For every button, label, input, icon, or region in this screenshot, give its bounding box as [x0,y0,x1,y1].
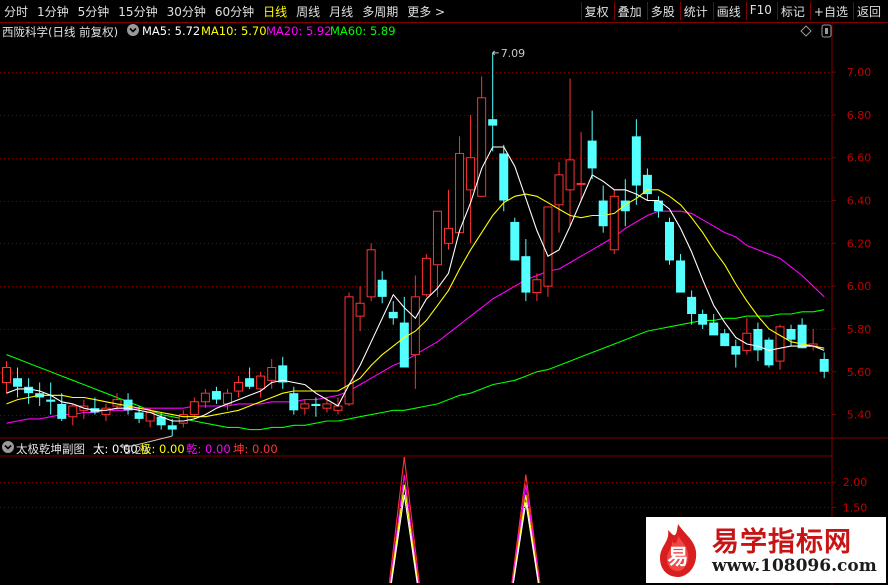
candle-body-up [2,367,11,383]
candle-body-up [421,257,431,296]
stock-chart[interactable]: 7.09 5.29 5.40 5.60 5.80 6.00 6.20 6.40 6.60 6.8… [0,0,888,585]
candle-body-up [455,152,465,234]
candle-body-up [410,296,420,356]
candle-body-down [687,296,697,314]
candle-body-down [499,153,509,201]
corner-icons [800,24,832,38]
candle-body-down [167,425,177,430]
candle-body-up [532,279,542,294]
candle-body-down [399,322,409,368]
candle-body-up [234,381,244,392]
chart-grid [0,22,888,585]
badge-char: 易 [668,545,689,569]
price-tick-label: 6.40 [847,195,872,208]
price-annotations: 7.09 5.29 [119,47,526,457]
candle-body-up [609,195,619,251]
candle-body-up [322,403,332,409]
price-tick-label: 5.60 [847,366,872,379]
candle-body-down [377,279,387,297]
high-marker [491,50,499,56]
candle-body-down [709,322,719,336]
sub-axis: 1.50 2.00 [0,476,867,514]
price-tick-label: 6.60 [847,152,872,165]
spike-ji [512,494,540,584]
candle-body-up [576,182,586,185]
candle-body-down [720,333,730,347]
candle-body-down [642,174,652,195]
spike-tai [390,494,418,584]
candle-body-up [466,157,476,191]
site-logo: 易 易学指标网 www.108096.com [646,517,886,583]
candle-body-up [333,405,343,411]
candle-body-down [676,260,686,293]
candle-body-up [366,249,376,298]
candle-body-down [698,313,708,325]
candle-body-down [587,140,597,169]
candle-body-down [211,391,221,400]
candle-body-up [68,405,78,418]
candles [2,52,829,436]
price-axis: 5.40 5.60 5.80 6.00 6.20 6.40 6.60 6.80 7.00 [832,66,872,422]
candle-body-down [631,136,641,186]
candle-body-down [620,200,630,212]
candle-body-up [267,367,277,381]
diamond-icon[interactable] [800,25,812,37]
candle-body-up [355,302,365,317]
candle-body-up [477,97,487,197]
low-annotation: 5.29 [124,444,149,457]
candle-body-up [189,401,199,416]
candle-body-up [554,174,564,206]
logo-title: 易学指标网 [712,527,852,558]
candle-body-down [653,200,663,212]
candle-body-up [300,403,310,409]
sub-tick-label: 2.00 [843,476,868,489]
sub-chart [388,456,541,584]
logo-url: www.108096.com [712,556,877,576]
candle-body-up [200,392,210,403]
candle-body-up [775,326,785,362]
price-tick-label: 6.80 [847,109,872,122]
candle-body-down [510,221,520,261]
price-tick-label: 6.20 [847,237,872,250]
candle-body-down [46,399,56,402]
candle-body-up [565,159,575,191]
candle-body-down [57,403,67,419]
sub-tick-label: 1.50 [843,501,868,514]
candle-body-down [819,358,829,372]
fire-badge-icon: 易 [656,522,700,578]
candle-body-down [665,221,674,261]
price-tick-label: 6.00 [847,280,872,293]
candle-body-up [344,296,354,405]
candle-body-down [311,403,321,407]
candle-body-down [245,378,255,387]
candle-body-down [13,378,23,387]
candle-body-down [764,339,774,366]
candle-body-up [101,407,111,416]
candle-body-down [388,311,398,319]
candle-body-down [731,346,741,355]
price-tick-label: 7.00 [847,66,872,79]
window-icon-inner [825,28,828,34]
candle-body-down [598,200,608,227]
high-annotation: 7.09 [501,47,526,60]
candle-body-up [256,375,266,390]
spike-qian [389,474,419,584]
candle-body-up [543,206,553,287]
spike-qian [511,484,540,584]
candle-body-up [432,210,442,266]
price-tick-label: 5.40 [847,409,872,422]
candle-body-down [289,393,299,411]
candle-body-up [444,227,453,244]
price-tick-label: 5.80 [847,323,872,336]
candle-body-down [786,328,796,340]
candle-body-down [134,412,144,419]
candle-body-down [521,256,531,293]
candle-body-down [488,119,498,126]
